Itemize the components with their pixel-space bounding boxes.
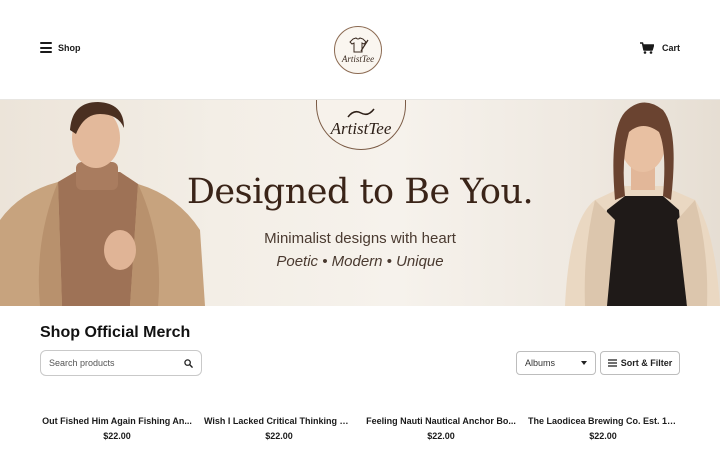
hamburger-icon	[40, 42, 52, 53]
search-icon[interactable]	[184, 358, 193, 368]
shop-menu-label: Shop	[58, 42, 81, 53]
product-price: $22.00	[427, 431, 455, 441]
product-price: $22.00	[265, 431, 293, 441]
shop-section-title: Shop Official Merch	[40, 324, 191, 341]
sort-filter-button[interactable]: Sort & Filter	[600, 351, 680, 375]
cart-label: Cart	[662, 43, 681, 53]
product-name[interactable]: Feeling Nauti Nautical Anchor Bo...	[366, 416, 516, 426]
paintbrush-icon	[347, 108, 375, 118]
product-search[interactable]	[40, 350, 202, 376]
cart-button[interactable]: Cart	[640, 42, 680, 54]
product-price: $22.00	[103, 431, 131, 441]
product-name[interactable]: The Laodicea Brewing Co. Est. 1st ...	[528, 416, 678, 426]
caret-down-icon	[581, 361, 587, 365]
product-name[interactable]: Out Fished Him Again Fishing An...	[42, 416, 192, 426]
female-model-image	[565, 102, 720, 306]
category-select-value: Albums	[525, 358, 556, 368]
hero-tagline: Poetic • Modern • Unique	[276, 253, 444, 270]
category-select[interactable]: Albums	[516, 351, 596, 375]
product-card[interactable]: Feeling Nauti Nautical Anchor Bo... $22.…	[366, 416, 516, 441]
site-header: Shop ArtistTee Cart	[0, 0, 720, 100]
product-price: $22.00	[589, 431, 617, 441]
brand-logo[interactable]: ArtistTee	[334, 26, 382, 74]
hero-banner[interactable]: ArtistTee Designed to Be You. Minimalist…	[0, 100, 720, 306]
sort-lines-icon	[607, 359, 617, 367]
hero-title: Designed to Be You.	[186, 172, 534, 212]
hero-subtitle: Minimalist designs with heart	[264, 230, 456, 247]
product-card[interactable]: Out Fished Him Again Fishing An... $22.0…	[42, 416, 192, 441]
hero-logo: ArtistTee	[316, 100, 406, 150]
product-name[interactable]: Wish I Lacked Critical Thinking Sk...	[204, 416, 354, 426]
product-card[interactable]: The Laodicea Brewing Co. Est. 1st ... $2…	[528, 416, 678, 441]
shop-menu-button[interactable]: Shop	[40, 42, 81, 53]
cart-icon	[640, 42, 654, 54]
search-input[interactable]	[49, 358, 184, 368]
sort-filter-label: Sort & Filter	[620, 358, 673, 368]
product-card[interactable]: Wish I Lacked Critical Thinking Sk... $2…	[204, 416, 354, 441]
brand-logo-text: ArtistTee	[341, 53, 375, 64]
tshirt-brush-icon	[349, 36, 369, 52]
hero-logo-text: ArtistTee	[330, 119, 392, 138]
